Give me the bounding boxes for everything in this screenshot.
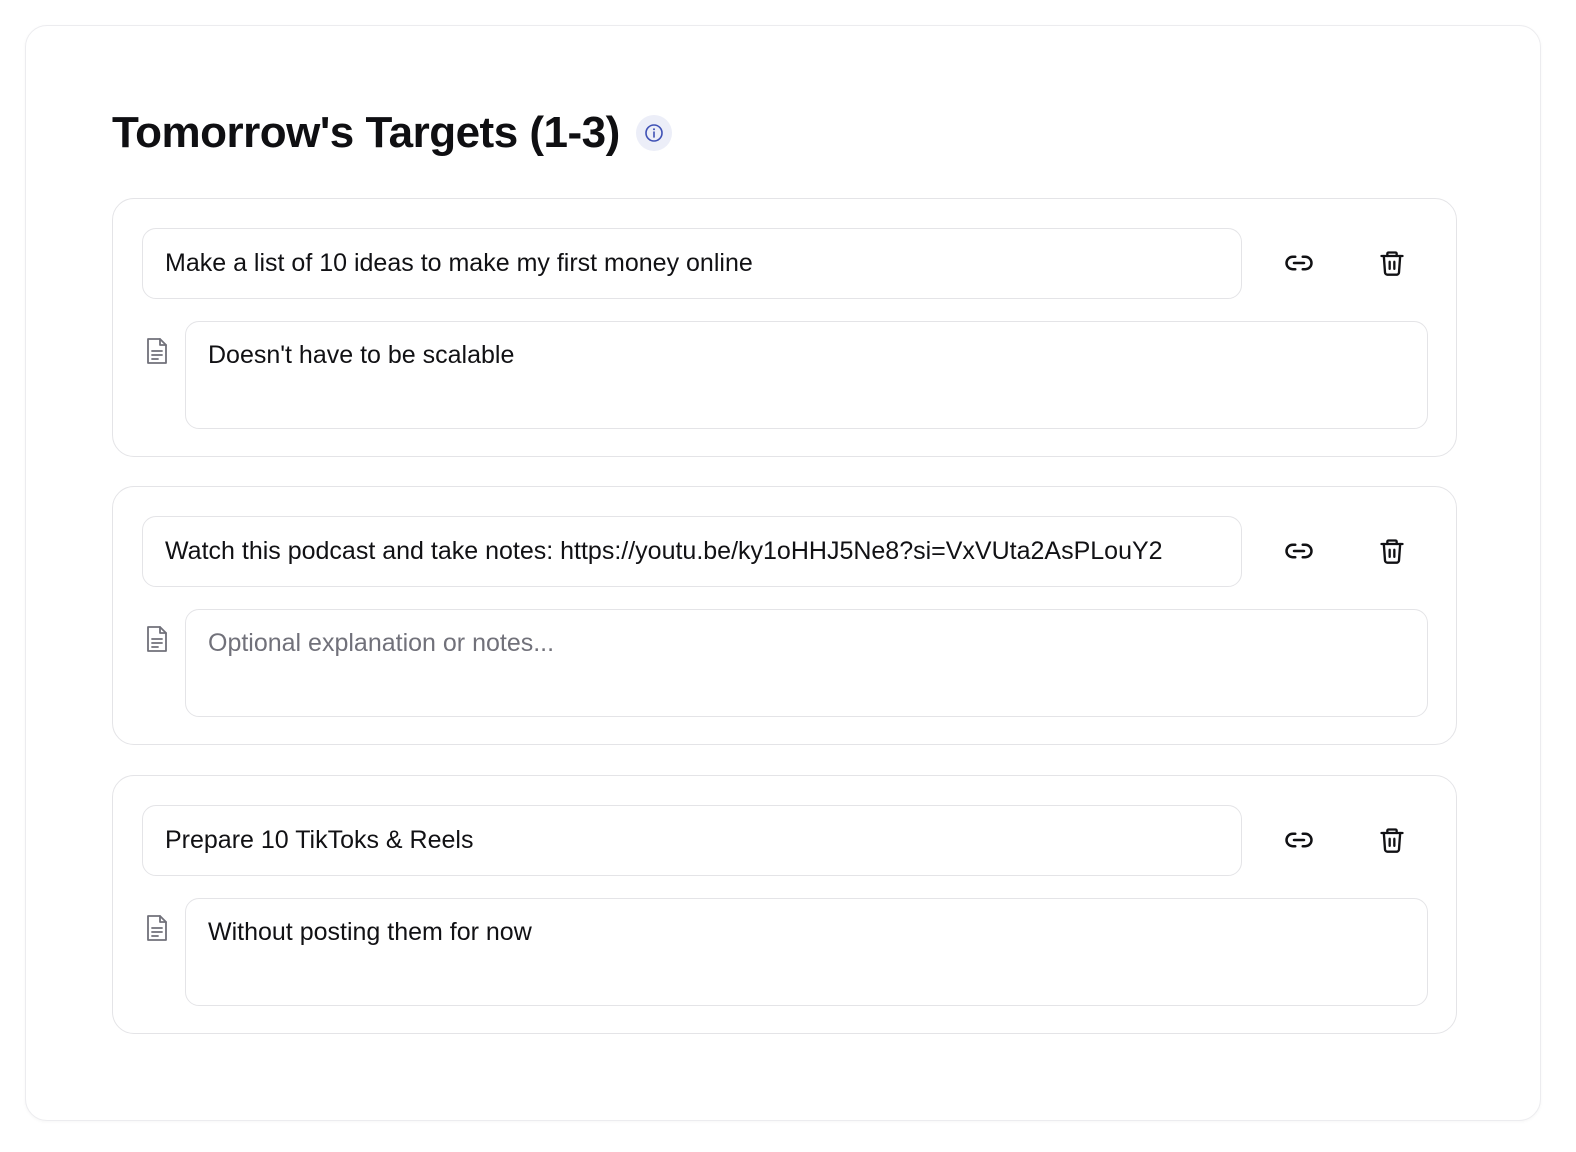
add-link-button[interactable] (1269, 810, 1329, 870)
info-icon (644, 124, 663, 142)
link-icon (1285, 543, 1313, 559)
add-link-button[interactable] (1269, 233, 1329, 293)
target-card: Doesn't have to be scalable (112, 198, 1457, 457)
target-card: Without posting them for now (112, 775, 1457, 1034)
target-notes-input[interactable]: Without posting them for now (185, 898, 1428, 1006)
delete-target-button[interactable] (1362, 233, 1422, 293)
add-link-button[interactable] (1269, 521, 1329, 581)
delete-target-button[interactable] (1362, 521, 1422, 581)
section-title: Tomorrow's Targets (1-3) (112, 108, 620, 157)
trash-icon (1380, 251, 1404, 276)
document-icon (143, 912, 171, 944)
link-icon (1285, 255, 1313, 271)
target-notes-input[interactable] (185, 609, 1428, 717)
target-title-input[interactable] (142, 516, 1242, 587)
delete-target-button[interactable] (1362, 810, 1422, 870)
trash-icon (1380, 828, 1404, 853)
target-notes-input[interactable]: Doesn't have to be scalable (185, 321, 1428, 429)
targets-panel: Tomorrow's Targets (1-3) Make a list of … (25, 25, 1541, 1121)
document-icon (143, 335, 171, 367)
document-icon (143, 623, 171, 655)
trash-icon (1380, 539, 1404, 564)
target-title-input[interactable] (142, 228, 1242, 299)
target-card (112, 486, 1457, 745)
link-icon (1285, 832, 1313, 848)
target-title-input[interactable] (142, 805, 1242, 876)
section-header: Tomorrow's Targets (1-3) (112, 110, 672, 156)
info-button[interactable] (635, 115, 672, 151)
